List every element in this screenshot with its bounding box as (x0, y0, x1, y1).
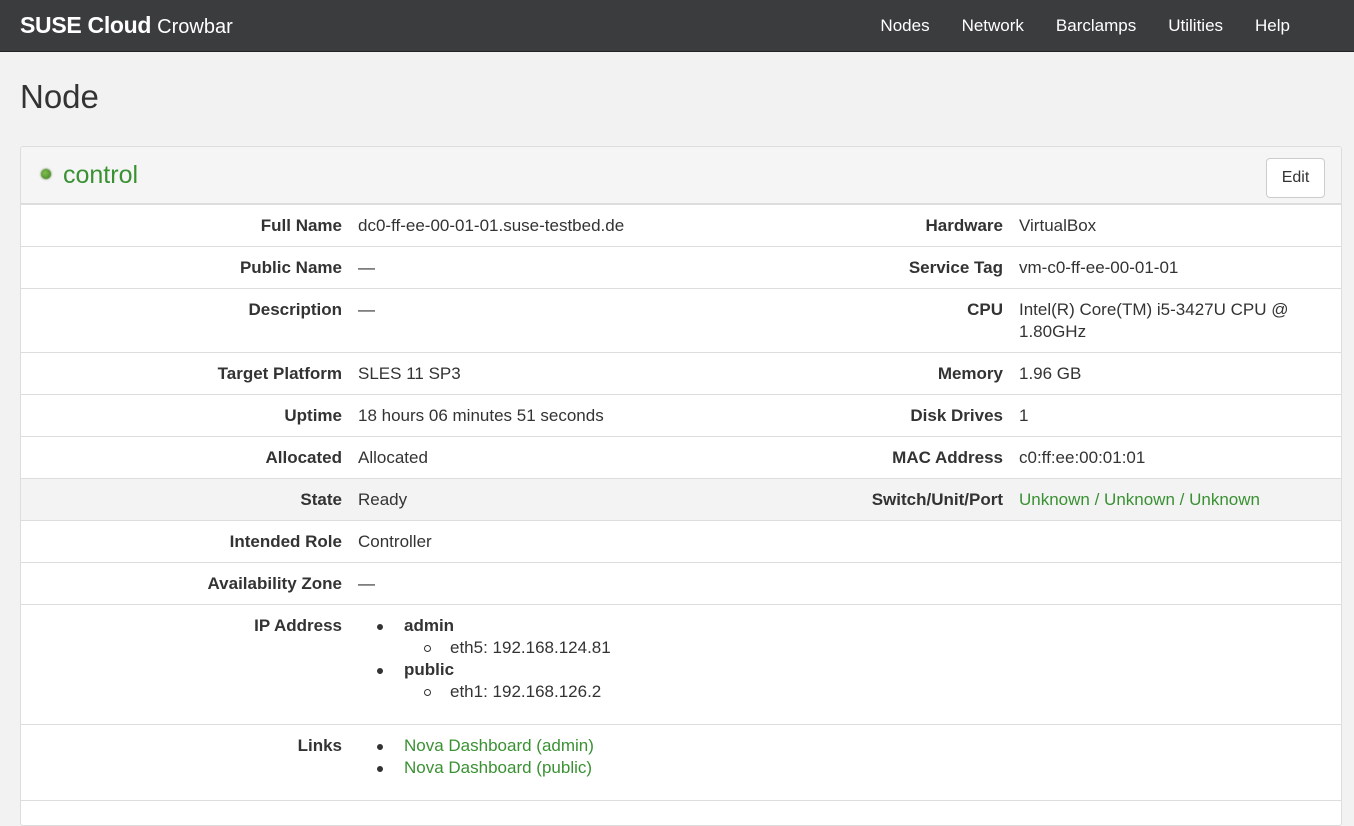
node-name: control (63, 161, 138, 189)
network-name: admin (404, 616, 454, 635)
public-name-value: — (358, 247, 858, 289)
target-platform-label: Target Platform (21, 353, 358, 395)
target-platform-value: SLES 11 SP3 (358, 353, 858, 395)
hardware-value: VirtualBox (1019, 205, 1341, 247)
page-title: Node (20, 77, 99, 117)
state-value: Ready (358, 479, 858, 521)
public-name-label: Public Name (21, 247, 358, 289)
top-navbar: SUSE Cloud Crowbar Nodes Network Barclam… (0, 0, 1354, 52)
cpu-label: CPU (858, 289, 1019, 353)
table-row: Intended Role Controller (21, 521, 1341, 563)
memory-value: 1.96 GB (1019, 353, 1341, 395)
brand-main: SUSE Cloud (20, 12, 151, 39)
table-row: Links Nova Dashboard (admin) Nova Dashbo… (21, 725, 1341, 801)
panel-heading: control Edit (21, 147, 1341, 205)
table-row: Full Name dc0-ff-ee-00-01-01.suse-testbe… (21, 205, 1341, 247)
links-label: Links (21, 725, 358, 801)
allocated-value: Allocated (358, 437, 858, 479)
links-list: Nova Dashboard (admin) Nova Dashboard (p… (358, 735, 858, 779)
node-details-table: Full Name dc0-ff-ee-00-01-01.suse-testbe… (21, 205, 1341, 826)
switch-value: Unknown / Unknown / Unknown (1019, 479, 1341, 521)
table-row (21, 801, 1341, 826)
switch-label: Switch/Unit/Port (858, 479, 1019, 521)
full-name-label: Full Name (21, 205, 358, 247)
nav-help[interactable]: Help (1239, 16, 1334, 36)
nav-nodes[interactable]: Nodes (864, 16, 945, 36)
table-row: Allocated Allocated MAC Address c0:ff:ee… (21, 437, 1341, 479)
table-row: IP Address admin eth5: 192.168.124.81 pu… (21, 605, 1341, 725)
nav-barclamps[interactable]: Barclamps (1040, 16, 1152, 36)
uptime-value: 18 hours 06 minutes 51 seconds (358, 395, 858, 437)
description-value: — (358, 289, 858, 353)
uptime-label: Uptime (21, 395, 358, 437)
table-row: Public Name — Service Tag vm-c0-ff-ee-00… (21, 247, 1341, 289)
intended-role-value: Controller (358, 521, 858, 563)
service-tag-label: Service Tag (858, 247, 1019, 289)
main-nav: Nodes Network Barclamps Utilities Help (864, 0, 1334, 51)
network-name: public (404, 660, 454, 679)
disk-drives-label: Disk Drives (858, 395, 1019, 437)
list-item: Nova Dashboard (public) (358, 757, 858, 779)
list-item: Nova Dashboard (admin) (358, 735, 858, 757)
full-name-value: dc0-ff-ee-00-01-01.suse-testbed.de (358, 205, 858, 247)
table-row: Target Platform SLES 11 SP3 Memory 1.96 … (21, 353, 1341, 395)
nova-dashboard-public-link[interactable]: Nova Dashboard (public) (404, 758, 592, 777)
brand-sub: Crowbar (157, 16, 233, 39)
ip-address-label: IP Address (21, 605, 358, 725)
links-value: Nova Dashboard (admin) Nova Dashboard (p… (358, 725, 858, 801)
brand-logo[interactable]: SUSE Cloud Crowbar (20, 12, 233, 39)
list-item: public eth1: 192.168.126.2 (358, 659, 858, 703)
nova-dashboard-admin-link[interactable]: Nova Dashboard (admin) (404, 736, 594, 755)
mac-address-label: MAC Address (858, 437, 1019, 479)
memory-label: Memory (858, 353, 1019, 395)
hardware-label: Hardware (858, 205, 1019, 247)
nav-network[interactable]: Network (946, 16, 1040, 36)
cpu-value: Intel(R) Core(TM) i5-3427U CPU @ 1.80GHz (1019, 289, 1341, 353)
ip-network-list: admin eth5: 192.168.124.81 public eth1: … (358, 615, 858, 703)
availability-zone-value: — (358, 563, 858, 605)
edit-button[interactable]: Edit (1266, 158, 1325, 198)
nav-utilities[interactable]: Utilities (1152, 16, 1239, 36)
list-item: eth1: 192.168.126.2 (404, 681, 858, 703)
service-tag-value: vm-c0-ff-ee-00-01-01 (1019, 247, 1341, 289)
node-panel: control Edit Full Name dc0-ff-ee-00-01-0… (20, 146, 1342, 826)
ip-address-value: admin eth5: 192.168.124.81 public eth1: … (358, 605, 858, 725)
disk-drives-value: 1 (1019, 395, 1341, 437)
availability-zone-label: Availability Zone (21, 563, 358, 605)
table-row: State Ready Switch/Unit/Port Unknown / U… (21, 479, 1341, 521)
mac-address-value: c0:ff:ee:00:01:01 (1019, 437, 1341, 479)
table-row: Description — CPU Intel(R) Core(TM) i5-3… (21, 289, 1341, 353)
intended-role-label: Intended Role (21, 521, 358, 563)
allocated-label: Allocated (21, 437, 358, 479)
state-label: State (21, 479, 358, 521)
table-row: Uptime 18 hours 06 minutes 51 seconds Di… (21, 395, 1341, 437)
description-label: Description (21, 289, 358, 353)
status-ready-icon (41, 169, 51, 179)
list-item: eth5: 192.168.124.81 (404, 637, 858, 659)
list-item: admin eth5: 192.168.124.81 (358, 615, 858, 659)
table-row: Availability Zone — (21, 563, 1341, 605)
